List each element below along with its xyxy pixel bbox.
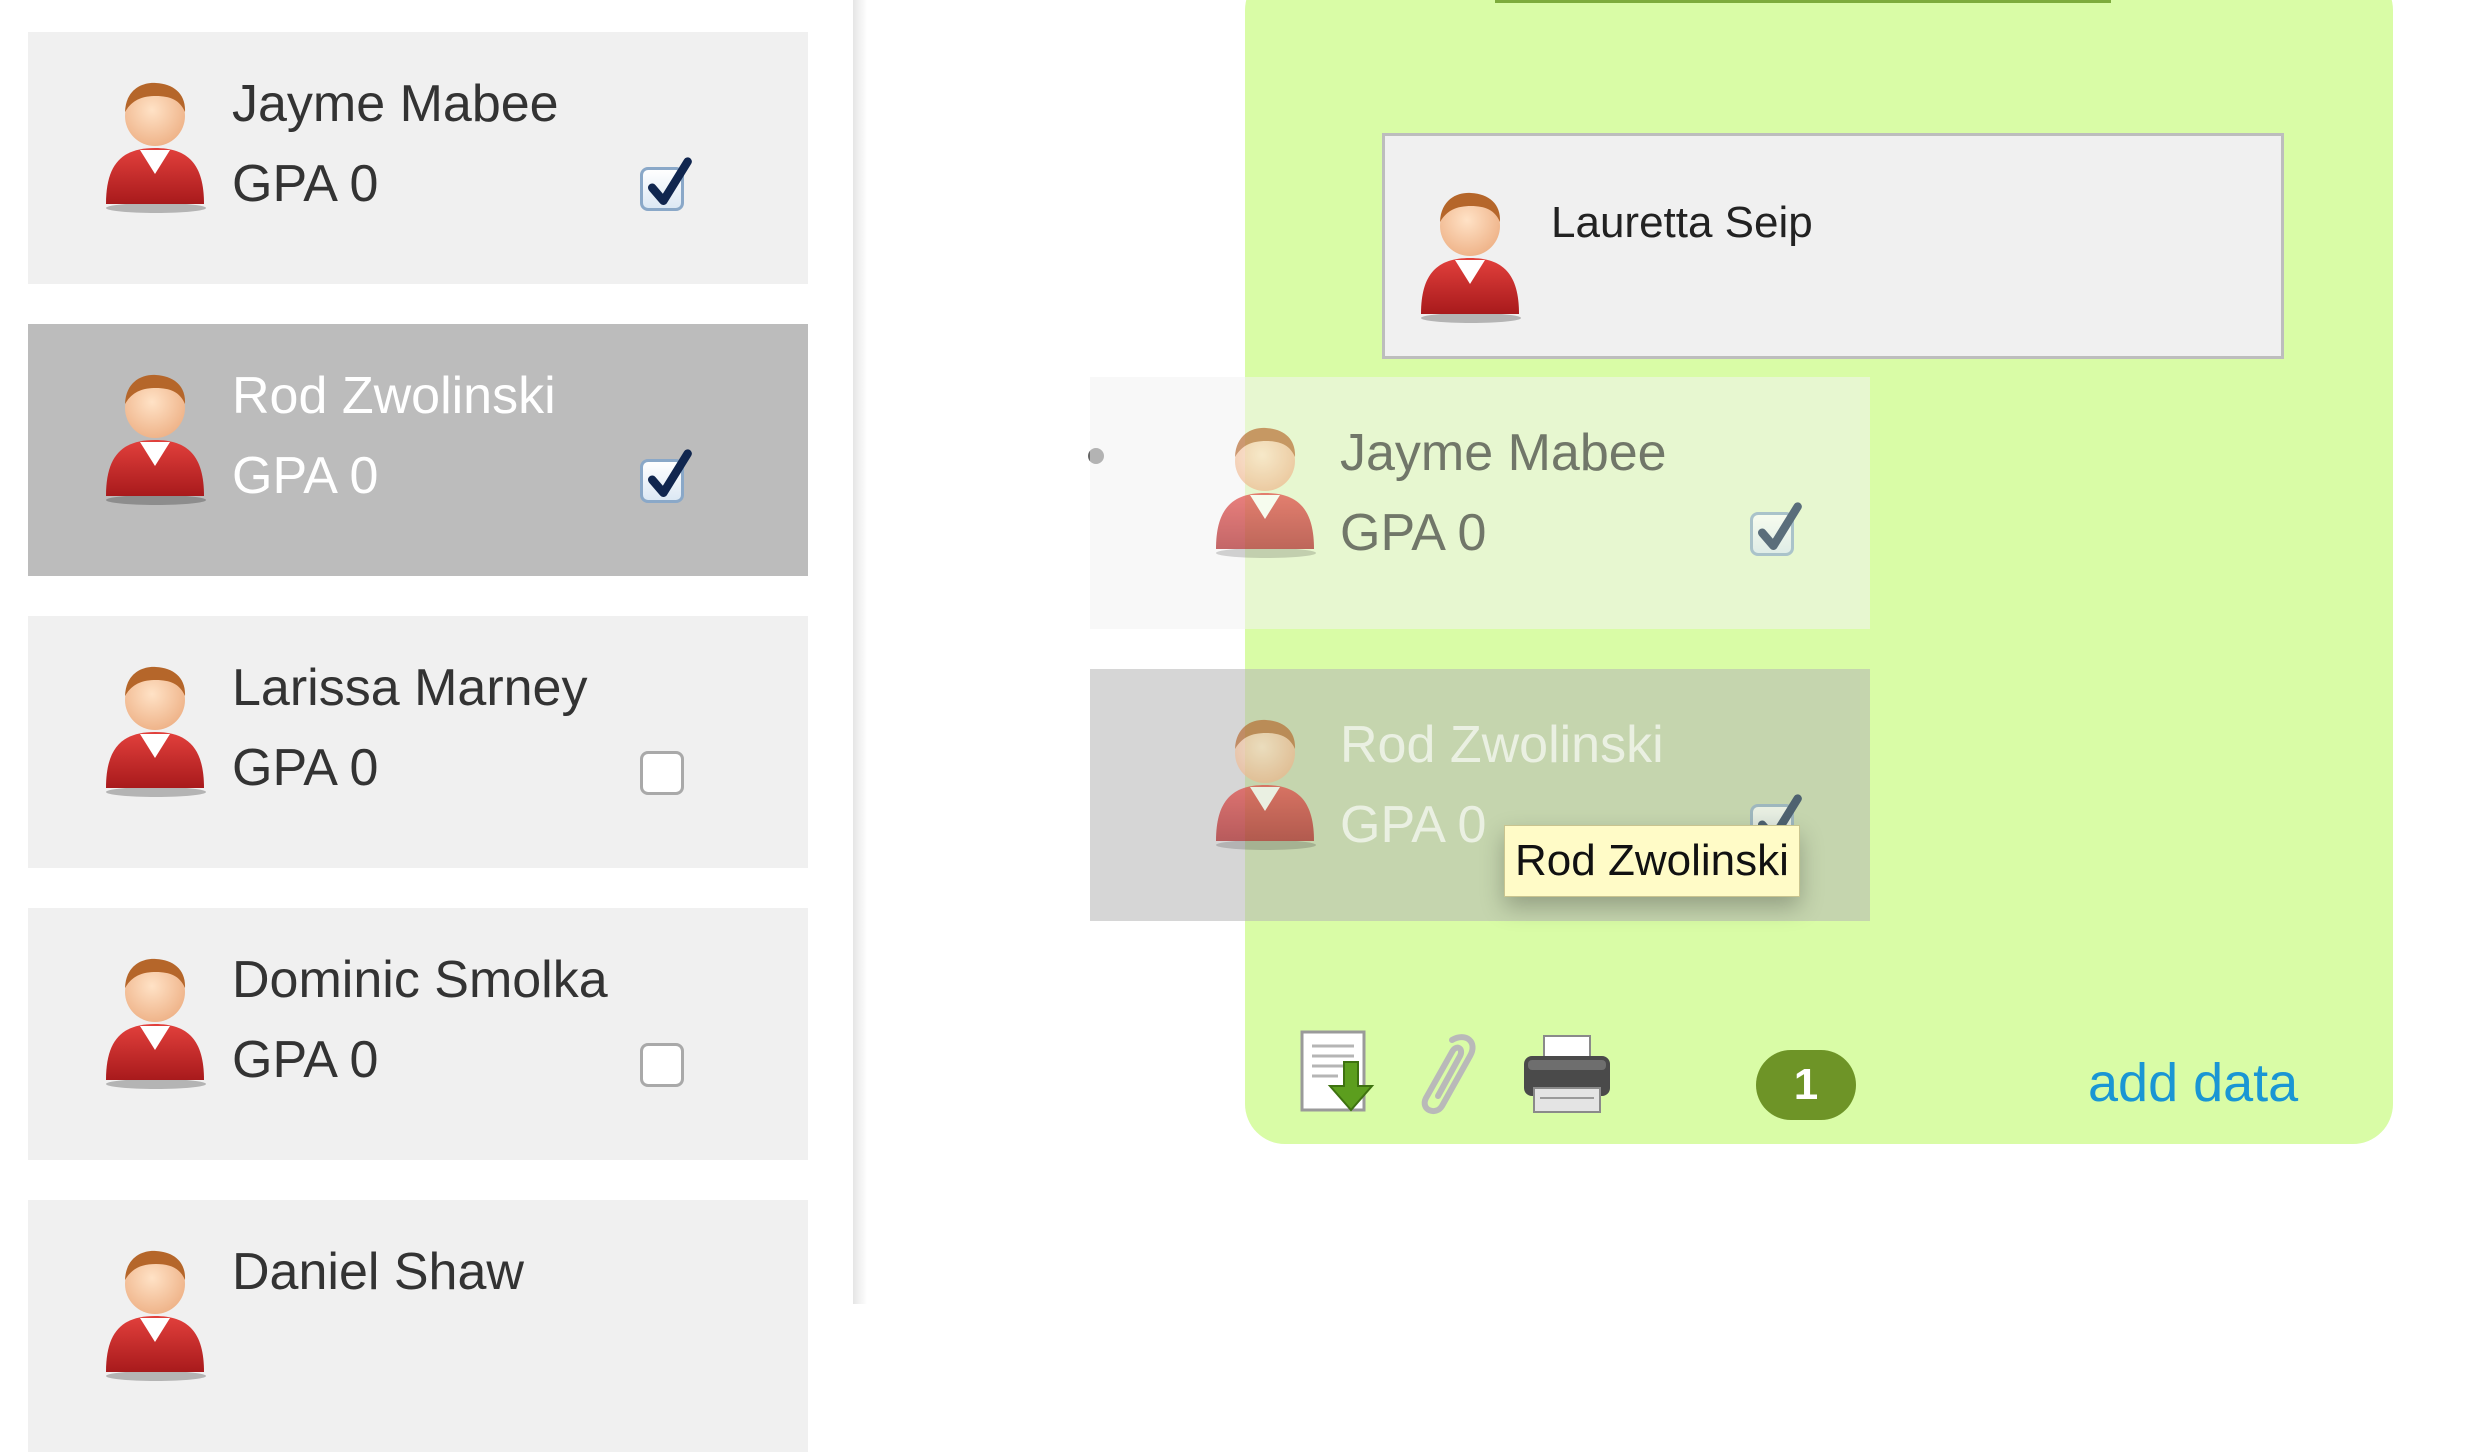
student-gpa: GPA 0: [232, 739, 379, 797]
dragged-student-name: Jayme Mabee: [1340, 424, 1667, 482]
dragged-student-item[interactable]: Jayme Mabee GPA 0: [1090, 377, 1870, 629]
dragged-student-gpa: GPA 0: [1340, 796, 1487, 854]
student-gpa: GPA 0: [232, 1031, 379, 1089]
student-avatar-icon: [1210, 711, 1320, 851]
dragged-checkbox[interactable]: [1750, 512, 1794, 556]
drag-tooltip: Rod Zwolinski: [1504, 825, 1800, 897]
student-name: Dominic Smolka: [232, 951, 608, 1009]
student-avatar-icon: [100, 658, 210, 798]
printer-icon[interactable]: [1520, 1034, 1614, 1118]
student-card[interactable]: Larissa Marney GPA 0: [28, 616, 808, 868]
student-avatar-icon: [100, 950, 210, 1090]
checkmark-icon: [1751, 501, 1807, 557]
student-name: Daniel Shaw: [232, 1243, 524, 1301]
student-avatar-icon: [100, 74, 210, 214]
student-name: Jayme Mabee: [232, 75, 559, 133]
member-avatar-icon: [1415, 184, 1525, 324]
dragged-student-gpa: GPA 0: [1340, 504, 1487, 562]
student-checkbox[interactable]: [640, 167, 684, 211]
checkmark-icon: [641, 448, 697, 504]
student-avatar-icon: [100, 1242, 210, 1382]
student-avatar-icon: [1210, 419, 1320, 559]
member-name: Lauretta Seip: [1551, 198, 1813, 247]
student-gpa: GPA 0: [232, 155, 379, 213]
student-card-selected[interactable]: Rod Zwolinski GPA 0: [28, 324, 808, 576]
download-document-icon[interactable]: [1298, 1030, 1380, 1114]
student-card[interactable]: Daniel Shaw: [28, 1200, 808, 1452]
student-list-panel: Jayme Mabee GPA 0 Rod Zwolinski GPA 0 La…: [0, 0, 853, 1452]
student-gpa: GPA 0: [232, 447, 379, 505]
group-header-line: [1495, 0, 2111, 3]
checkmark-icon: [641, 156, 697, 212]
student-name: Larissa Marney: [232, 659, 588, 717]
panel-divider: [853, 0, 867, 1304]
student-card[interactable]: Jayme Mabee GPA 0: [28, 32, 808, 284]
dragged-student-name: Rod Zwolinski: [1340, 716, 1664, 774]
student-name: Rod Zwolinski: [232, 367, 556, 425]
paperclip-icon[interactable]: [1408, 1030, 1488, 1120]
student-checkbox[interactable]: [640, 1043, 684, 1087]
add-data-link[interactable]: add data: [2088, 1052, 2298, 1114]
student-checkbox[interactable]: [640, 459, 684, 503]
group-count-badge: 1: [1756, 1050, 1856, 1120]
group-member-card[interactable]: Lauretta Seip: [1382, 133, 2284, 359]
student-card[interactable]: Dominic Smolka GPA 0: [28, 908, 808, 1160]
student-avatar-icon: [100, 366, 210, 506]
student-checkbox[interactable]: [640, 751, 684, 795]
